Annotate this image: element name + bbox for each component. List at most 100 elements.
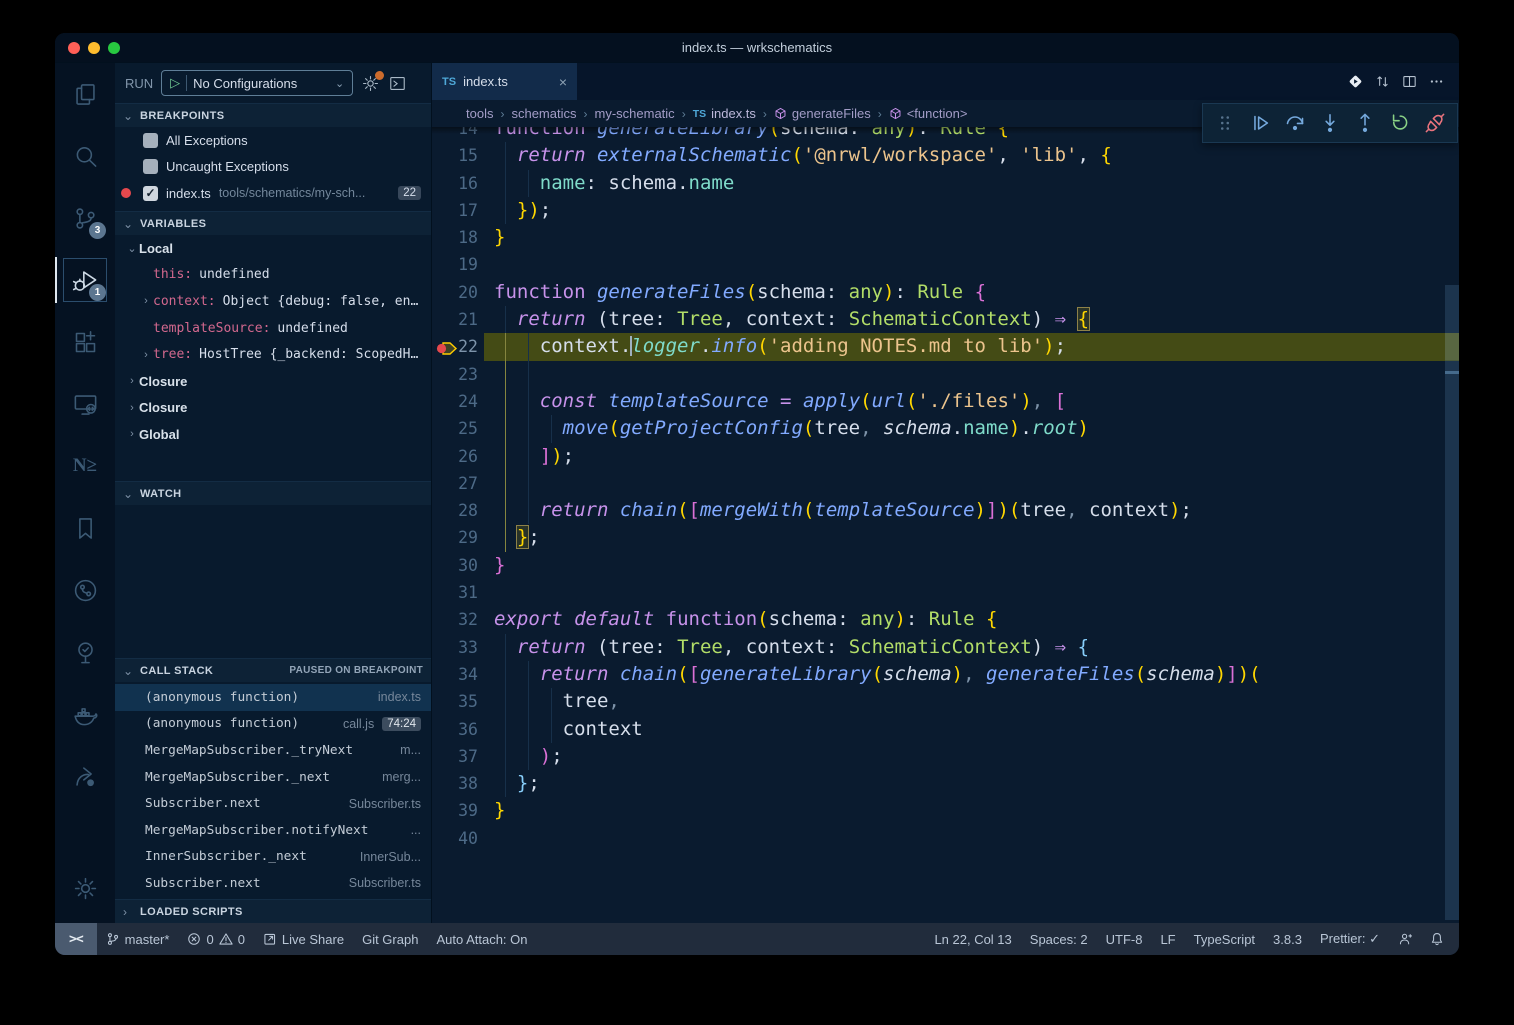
line-number[interactable]: 40 (432, 825, 478, 852)
code-line-27[interactable]: 27 (432, 470, 1459, 497)
code-line-36[interactable]: 36 context (432, 716, 1459, 743)
code-line-37[interactable]: 37 ); (432, 743, 1459, 770)
code-line-35[interactable]: 35 tree, (432, 688, 1459, 715)
line-number[interactable]: 39 (432, 797, 478, 824)
variable-row-context[interactable]: ›context:Object {debug: false, en… (115, 288, 431, 315)
loaded-scripts-section-header[interactable]: › LOADED SCRIPTS (115, 899, 431, 923)
status-live-share[interactable]: Live Share (254, 923, 353, 955)
stack-frame-row[interactable]: Subscriber.nextSubscriber.ts (115, 790, 431, 817)
code-line-39[interactable]: 39} (432, 797, 1459, 824)
code-line-26[interactable]: 26 ]); (432, 443, 1459, 470)
activity-remote-explorer-icon[interactable] (55, 373, 115, 435)
status-cursor-position[interactable]: Ln 22, Col 13 (925, 923, 1020, 955)
line-number[interactable]: 20 (432, 279, 478, 306)
status-remote[interactable]: >< (55, 923, 97, 955)
line-number[interactable]: 37 (432, 743, 478, 770)
line-number[interactable]: 17 (432, 197, 478, 224)
variables-scope-closure[interactable]: ›Closure (115, 395, 431, 422)
breadcrumb-item-tools[interactable]: tools (466, 106, 493, 121)
line-number[interactable]: 29 (432, 524, 478, 551)
variable-row-tree[interactable]: ›tree:HostTree {_backend: ScopedH… (115, 341, 431, 368)
breakpoint-row[interactable]: All Exceptions (115, 127, 431, 154)
stack-frame-row[interactable]: (anonymous function)index.ts (115, 684, 431, 711)
activity-explorer-icon[interactable] (55, 63, 115, 125)
variables-scope-closure[interactable]: ›Closure (115, 368, 431, 395)
stack-frame-row[interactable]: MergeMapSubscriber._nextmerg... (115, 764, 431, 791)
status-prettier[interactable]: Prettier: ✓ (1311, 923, 1389, 955)
status-encoding[interactable]: UTF-8 (1097, 923, 1152, 955)
call-stack-section-header[interactable]: ⌄ CALL STACK PAUSED ON BREAKPOINT (115, 658, 431, 682)
stack-frame-row[interactable]: (anonymous function)call.js74:24 (115, 711, 431, 738)
status-indentation[interactable]: Spaces: 2 (1021, 923, 1097, 955)
breadcrumb-item-schematics[interactable]: schematics (511, 106, 576, 121)
stack-frame-row[interactable]: InnerSubscriber._nextInnerSub... (115, 844, 431, 871)
variable-row-templateSource[interactable]: templateSource:undefined (115, 315, 431, 342)
step-into-button[interactable] (1315, 108, 1345, 138)
debug-console-button[interactable] (388, 74, 407, 93)
continue-button[interactable] (1245, 108, 1275, 138)
code-line-29[interactable]: 29 }; (432, 524, 1459, 551)
activity-run-and-debug-icon[interactable]: 1 (55, 249, 115, 311)
status-feedback[interactable] (1389, 923, 1421, 955)
breakpoint-checkbox[interactable] (143, 159, 158, 174)
variables-scope-global[interactable]: ›Global (115, 421, 431, 448)
code-line-32[interactable]: 32export default function(schema: any): … (432, 606, 1459, 633)
stack-frame-row[interactable]: Subscriber.nextSubscriber.ts (115, 870, 431, 897)
breakpoints-section-header[interactable]: ⌄ BREAKPOINTS (115, 103, 431, 127)
line-number[interactable]: 34 (432, 661, 478, 688)
breakpoint-row[interactable]: ✓index.tstools/schematics/my-sch...22 (115, 180, 431, 207)
line-number[interactable]: 30 (432, 552, 478, 579)
code-line-19[interactable]: 19 (432, 251, 1459, 278)
format-document-icon[interactable] (1347, 73, 1364, 90)
code-line-31[interactable]: 31 (432, 579, 1459, 606)
variables-scope-local[interactable]: ⌄Local (115, 235, 431, 262)
activity-docker-icon[interactable] (55, 683, 115, 745)
variable-row-this[interactable]: this:undefined (115, 262, 431, 289)
status-ts-version[interactable]: 3.8.3 (1264, 923, 1311, 955)
breakpoint-checkbox[interactable]: ✓ (143, 186, 158, 201)
code-line-18[interactable]: 18} (432, 224, 1459, 251)
code-line-20[interactable]: 20function generateFiles(schema: any): R… (432, 279, 1459, 306)
line-number[interactable]: 16 (432, 170, 478, 197)
split-editor-icon[interactable] (1401, 73, 1418, 90)
stack-frame-row[interactable]: MergeMapSubscriber.notifyNext... (115, 817, 431, 844)
line-number[interactable]: 31 (432, 579, 478, 606)
code-line-24[interactable]: 24 const templateSource = apply(url('./f… (432, 388, 1459, 415)
status-language[interactable]: TypeScript (1185, 923, 1264, 955)
disconnect-button[interactable] (1420, 108, 1450, 138)
line-number[interactable]: 33 (432, 634, 478, 661)
code-line-17[interactable]: 17 }); (432, 197, 1459, 224)
configure-gear-button[interactable] (361, 74, 380, 93)
activity-test-explorer-icon[interactable] (55, 621, 115, 683)
line-number[interactable]: 15 (432, 142, 478, 169)
line-number[interactable]: 24 (432, 388, 478, 415)
activity-source-control-icon[interactable]: 3 (55, 187, 115, 249)
launch-configuration-dropdown[interactable]: ▷ No Configurations ⌄ (161, 70, 353, 96)
code-line-25[interactable]: 25 move(getProjectConfig(tree, schema.na… (432, 415, 1459, 442)
title-bar[interactable]: index.ts — wrkschematics (55, 33, 1459, 63)
start-debugging-icon[interactable]: ▷ (170, 75, 180, 91)
breadcrumb-item--function-[interactable]: <function> (889, 106, 968, 121)
status-notifications[interactable] (1421, 923, 1453, 955)
line-number[interactable]: 28 (432, 497, 478, 524)
editor-scrollbar[interactable] (1445, 285, 1459, 920)
code-line-33[interactable]: 33 return (tree: Tree, context: Schemati… (432, 634, 1459, 661)
activity-git-history-icon[interactable] (55, 559, 115, 621)
status-branch[interactable]: master* (97, 923, 179, 955)
line-number[interactable]: 36 (432, 716, 478, 743)
code-editor[interactable]: 14function generateLibrary(schema: any):… (432, 127, 1459, 923)
status-eol[interactable]: LF (1151, 923, 1184, 955)
line-number[interactable]: 23 (432, 361, 478, 388)
code-line-28[interactable]: 28 return chain([mergeWith(templateSourc… (432, 497, 1459, 524)
toggle-changes-icon[interactable] (1374, 73, 1391, 90)
activity-live-share-icon[interactable] (55, 745, 115, 807)
manage-gear-icon[interactable] (55, 857, 115, 919)
variables-section-header[interactable]: ⌄ VARIABLES (115, 211, 431, 235)
breadcrumb-item-generatefiles[interactable]: generateFiles (774, 106, 871, 121)
code-line-22[interactable]: 22 context.logger.info('adding NOTES.md … (432, 333, 1459, 360)
code-line-40[interactable]: 40 (432, 825, 1459, 852)
step-out-button[interactable] (1350, 108, 1380, 138)
breakpoint-row[interactable]: Uncaught Exceptions (115, 154, 431, 181)
breadcrumb-item-index-ts[interactable]: TSindex.ts (693, 106, 756, 121)
breadcrumb-item-my-schematic[interactable]: my-schematic (595, 106, 675, 121)
